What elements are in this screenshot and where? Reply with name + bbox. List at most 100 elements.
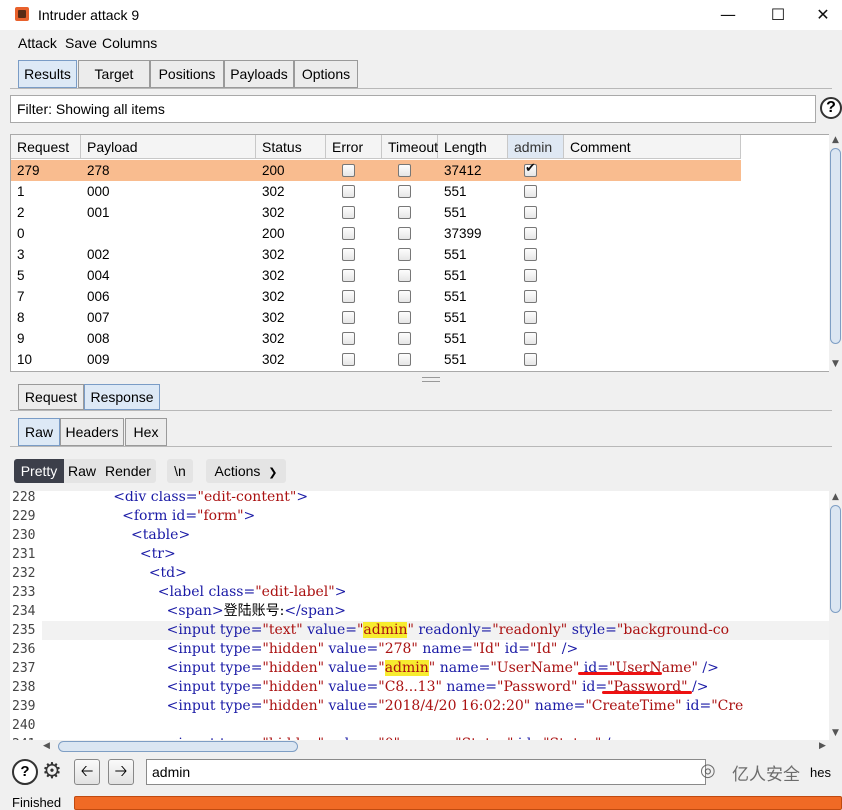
newline-toggle-button[interactable]: \n (167, 459, 193, 483)
minimize-icon[interactable]: — (705, 0, 751, 30)
search-help-icon[interactable]: ? (12, 759, 38, 785)
menu-columns[interactable]: Columns (102, 35, 157, 51)
pane-splitter[interactable] (10, 376, 830, 382)
checkbox-error[interactable] (342, 269, 355, 282)
tab-positions[interactable]: Positions (150, 60, 224, 88)
previous-match-button[interactable]: 🡠 (74, 759, 100, 785)
actions-dropdown[interactable]: Actions ❯ (206, 459, 286, 483)
watermark-icon: ◎ (700, 760, 716, 781)
tab-payloads[interactable]: Payloads (224, 60, 294, 88)
close-icon[interactable]: ✕ (800, 0, 842, 30)
table-row[interactable]: 10 009 302 551 (11, 349, 741, 370)
checkbox-admin[interactable] (524, 290, 537, 303)
checkbox-error[interactable] (342, 311, 355, 324)
render-button[interactable]: Render (100, 459, 156, 483)
editor-scroll-up-icon[interactable]: ▲ (829, 491, 842, 504)
editor-scroll-down-icon[interactable]: ▼ (829, 727, 842, 740)
checkbox-admin[interactable] (524, 332, 537, 345)
filter-bar[interactable]: Filter: Showing all items (10, 95, 816, 123)
col-header-status[interactable]: Status (256, 135, 326, 159)
checkbox-admin[interactable] (524, 227, 537, 240)
cell-payload (81, 223, 256, 244)
scroll-up-icon[interactable]: ▲ (829, 134, 842, 147)
checkbox-error[interactable] (342, 290, 355, 303)
checkbox-admin[interactable] (524, 206, 537, 219)
checkbox-timeout[interactable] (398, 227, 411, 240)
line-number: 241 (12, 737, 35, 740)
checkbox-timeout[interactable] (398, 269, 411, 282)
col-header-length[interactable]: Length (438, 135, 508, 159)
checkbox-timeout[interactable] (398, 164, 411, 177)
gear-icon[interactable]: ⚙ (39, 759, 65, 785)
cell-status: 302 (262, 184, 285, 199)
checkbox-admin[interactable] (524, 185, 537, 198)
col-header-payload[interactable]: Payload (81, 135, 256, 159)
tab-results[interactable]: Results (18, 60, 77, 88)
tab-headers[interactable]: Headers (60, 418, 124, 446)
checkbox-admin[interactable] (524, 311, 537, 324)
cell-payload: 001 (87, 205, 110, 220)
checkbox-error[interactable] (342, 206, 355, 219)
search-input[interactable]: admin (146, 759, 706, 785)
checkbox-error[interactable] (342, 185, 355, 198)
table-row[interactable]: 7 006 302 551 (11, 286, 741, 307)
checkbox-admin[interactable] (524, 269, 537, 282)
menu-attack[interactable]: Attack (18, 35, 57, 51)
checkbox-admin[interactable] (524, 248, 537, 261)
scroll-right-icon[interactable]: ▶ (816, 740, 829, 753)
tab-response[interactable]: Response (84, 384, 160, 410)
results-scrollbar[interactable]: ▲ ▼ (829, 134, 842, 372)
checkbox-error[interactable] (342, 353, 355, 366)
response-editor[interactable]: 228 229 230 231 232 233 234 235 236 237 238 239 240 2… (10, 491, 830, 740)
raw-button[interactable]: Raw (64, 459, 100, 483)
checkbox-timeout[interactable] (398, 290, 411, 303)
table-row[interactable]: 8 007 302 551 (11, 307, 741, 328)
tab-request[interactable]: Request (18, 384, 84, 410)
table-row[interactable]: 279 278 200 37412 (11, 160, 741, 181)
help-icon[interactable]: ? (820, 97, 842, 119)
col-header-timeout[interactable]: Timeout (382, 135, 438, 159)
editor-scroll-thumb[interactable] (830, 505, 841, 613)
checkbox-timeout[interactable] (398, 206, 411, 219)
line-number: 239 (12, 699, 36, 714)
col-header-request[interactable]: Request (11, 135, 81, 159)
checkbox-timeout[interactable] (398, 353, 411, 366)
maximize-icon[interactable]: ☐ (755, 0, 801, 30)
table-row[interactable]: 9 008 302 551 (11, 328, 741, 349)
table-row[interactable]: 2 001 302 551 (11, 202, 741, 223)
cell-comment (564, 265, 741, 286)
table-row[interactable]: 3 002 302 551 (11, 244, 741, 265)
checkbox-error[interactable] (342, 164, 355, 177)
watermark-text: 亿人安全 (732, 765, 800, 785)
next-match-button[interactable]: 🡢 (108, 759, 134, 785)
checkbox-timeout[interactable] (398, 332, 411, 345)
menu-save[interactable]: Save (65, 35, 97, 51)
tab-raw[interactable]: Raw (18, 418, 60, 446)
pretty-button[interactable]: Pretty (14, 459, 64, 483)
checkbox-error[interactable] (342, 248, 355, 261)
checkbox-admin[interactable] (524, 353, 537, 366)
annotation-underline-password (602, 691, 692, 694)
editor-hscrollbar[interactable]: ◀ ▶ (40, 740, 829, 753)
tab-target[interactable]: Target (78, 60, 150, 88)
scroll-down-icon[interactable]: ▼ (829, 358, 842, 371)
scroll-left-icon[interactable]: ◀ (40, 740, 53, 753)
checkbox-admin[interactable] (524, 161, 537, 177)
col-header-comment[interactable]: Comment (564, 135, 741, 159)
tab-options[interactable]: Options (294, 60, 358, 88)
col-header-error[interactable]: Error (326, 135, 382, 159)
editor-hscroll-thumb[interactable] (58, 741, 298, 752)
checkbox-error[interactable] (342, 332, 355, 345)
checkbox-timeout[interactable] (398, 185, 411, 198)
table-row[interactable]: 5 004 302 551 (11, 265, 741, 286)
col-header-admin[interactable]: admin ▼ (508, 135, 564, 179)
cell-payload: 009 (87, 352, 110, 367)
checkbox-timeout[interactable] (398, 248, 411, 261)
checkbox-timeout[interactable] (398, 311, 411, 324)
tab-hex[interactable]: Hex (125, 418, 167, 446)
table-row[interactable]: 0 200 37399 (11, 223, 741, 244)
results-scroll-thumb[interactable] (830, 148, 841, 344)
checkbox-error[interactable] (342, 227, 355, 240)
table-row[interactable]: 1 000 302 551 (11, 181, 741, 202)
editor-scrollbar[interactable]: ▲ ▼ (829, 491, 842, 740)
